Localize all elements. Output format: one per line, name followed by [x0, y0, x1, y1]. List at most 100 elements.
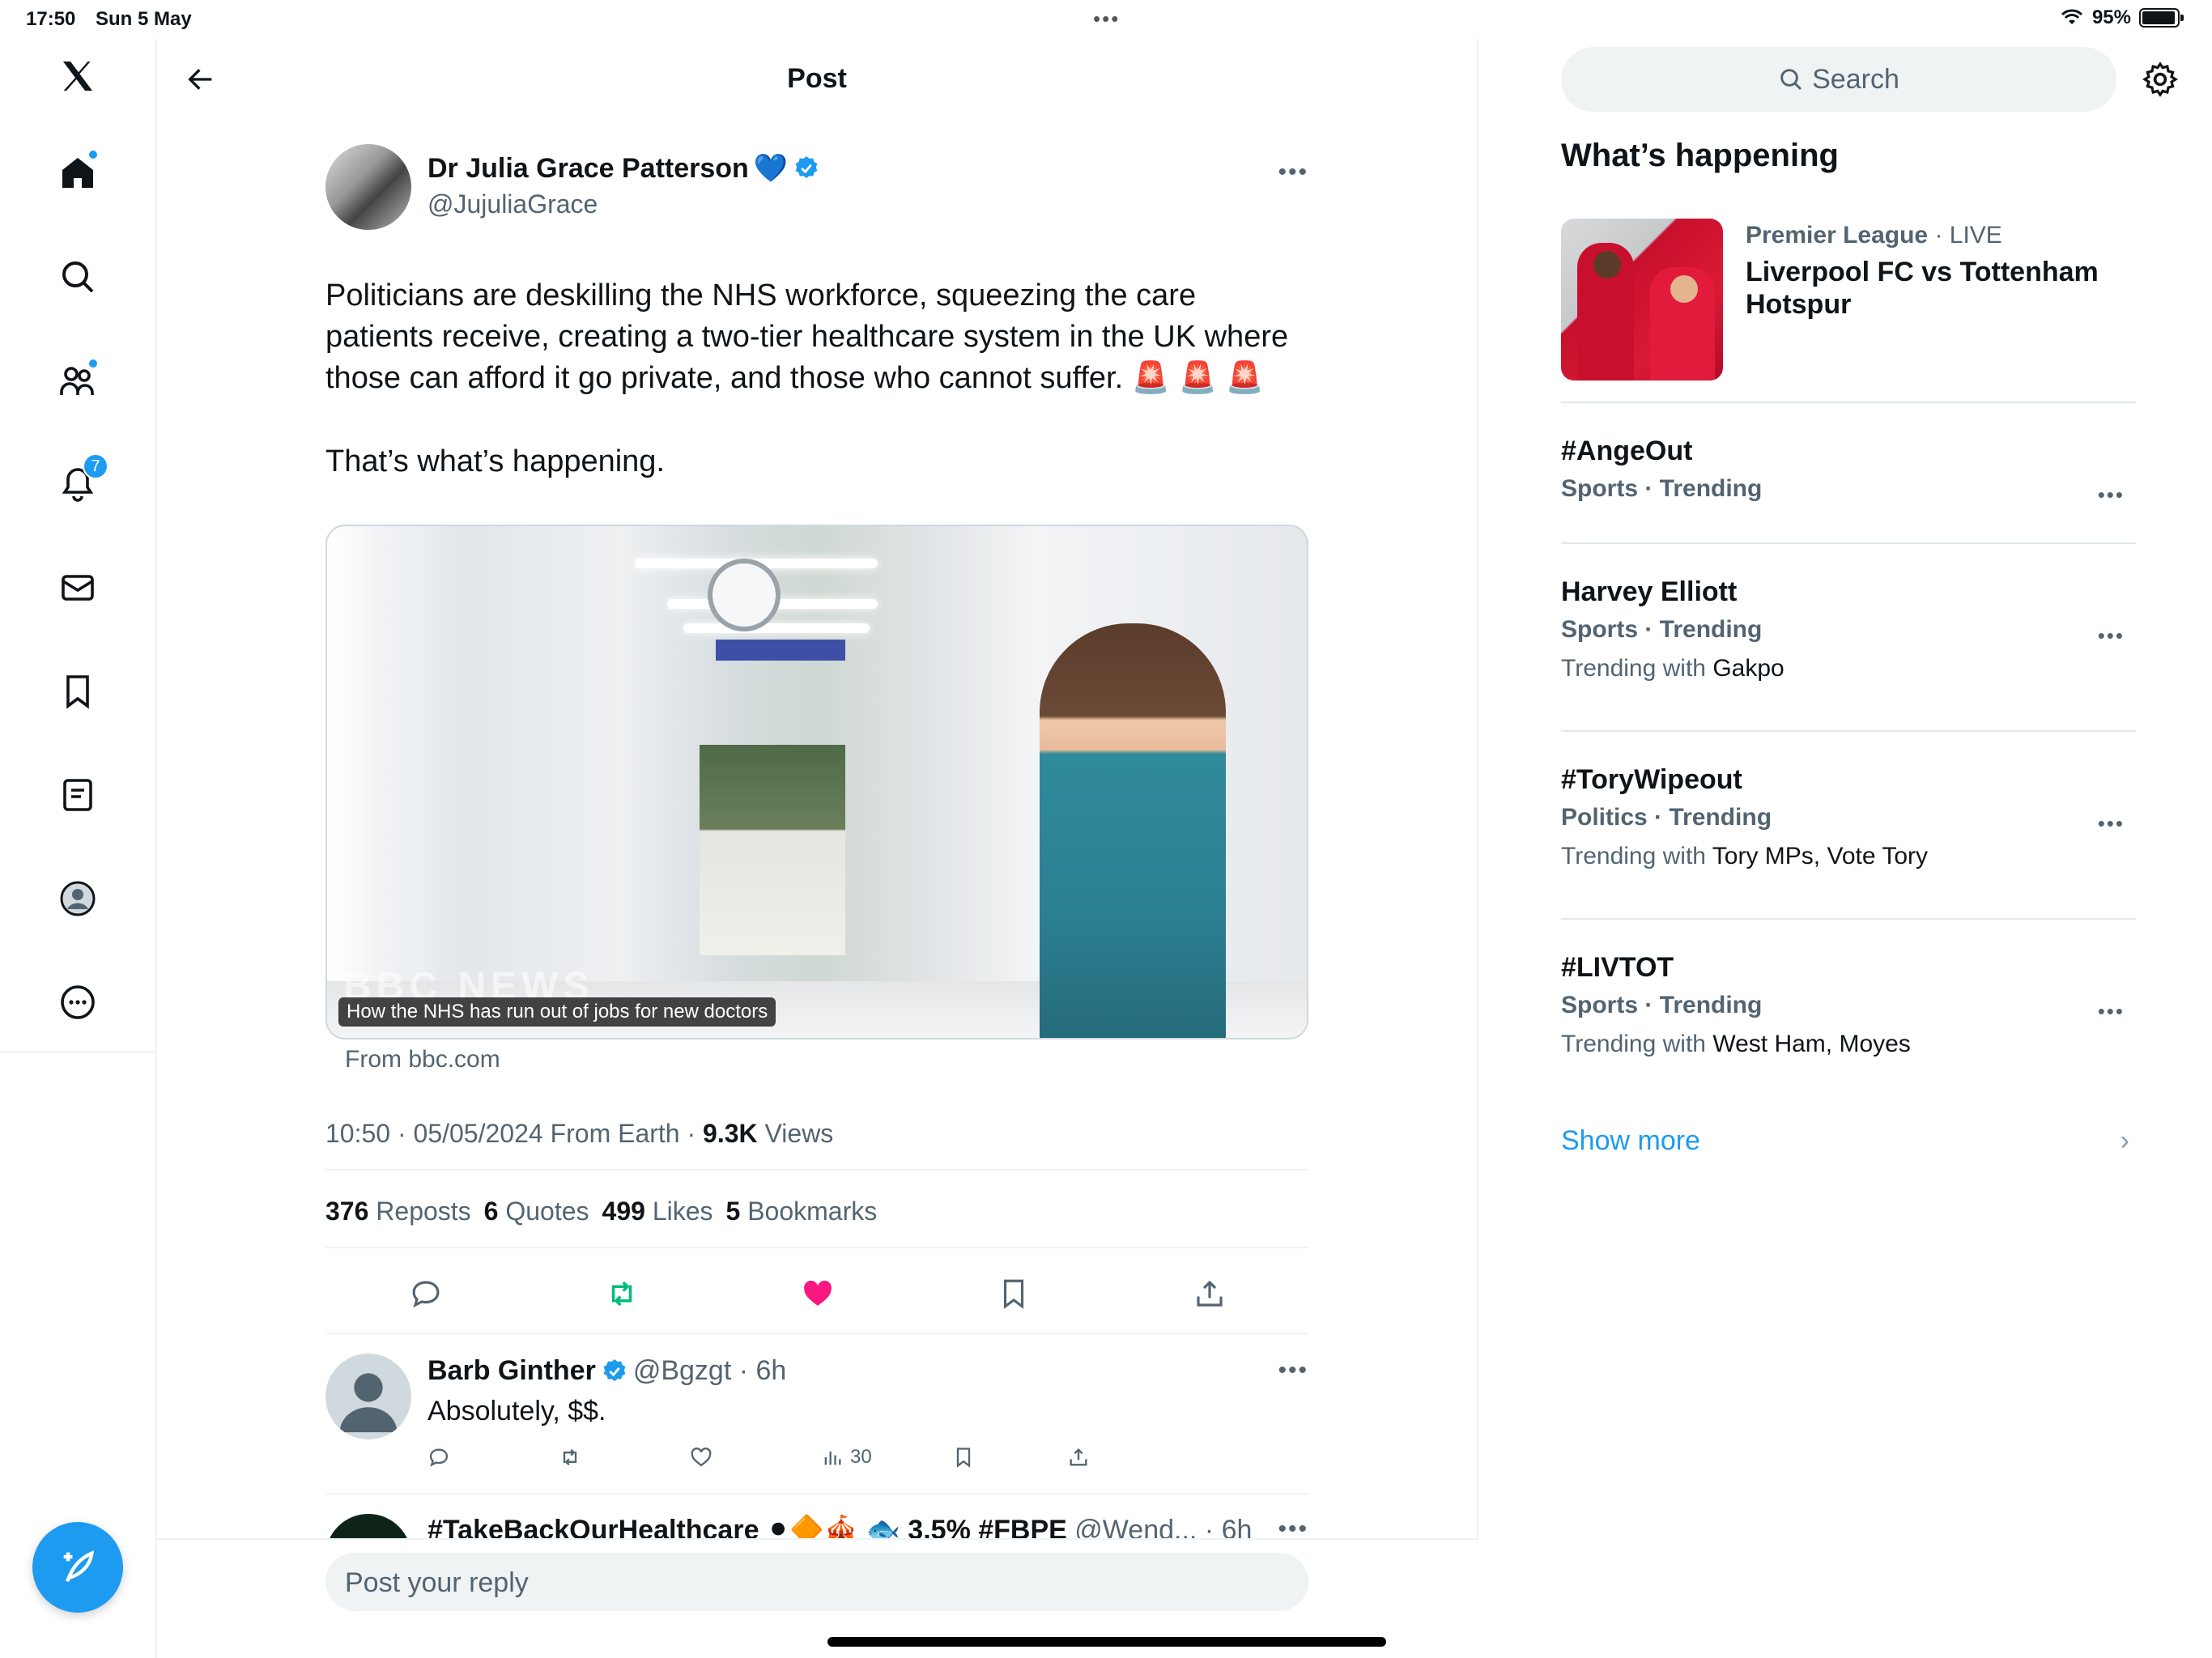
quotes-stat[interactable]: 6 Quotes	[484, 1197, 589, 1226]
divider	[325, 1247, 1308, 1248]
corridor-sign	[716, 640, 845, 661]
live-event-meta: Premier League · LIVE	[1746, 222, 2002, 249]
trend-more-icon[interactable]: •••	[2098, 999, 2125, 1024]
card-caption: How the NHS has run out of jobs for new …	[338, 997, 776, 1027]
search-input[interactable]: Search	[1561, 47, 2116, 112]
like-heart-icon[interactable]	[795, 1271, 840, 1316]
status-time: 17:50	[26, 8, 76, 30]
views-count: 9.3K	[703, 1119, 758, 1148]
post-text: Politicians are deskilling the NHS workf…	[325, 275, 1308, 525]
multitasking-dots[interactable]: •••	[1093, 6, 1120, 32]
show-more-label: Show more	[1561, 1125, 1700, 1156]
post-more-icon[interactable]: •••	[1278, 159, 1308, 186]
author-avatar[interactable]	[325, 144, 411, 230]
verified-badge-icon	[795, 156, 818, 179]
author-name-row[interactable]: Dr Julia Grace Patterson 💙	[428, 152, 820, 185]
battery-icon	[2139, 8, 2184, 28]
reply-like-icon[interactable]	[690, 1441, 713, 1473]
trend-name: #ToryWipeout	[1561, 764, 1742, 795]
home-indicator[interactable]	[827, 1637, 1386, 1647]
show-more-link[interactable]: Show more ›	[1561, 1125, 2136, 1157]
likes-stat[interactable]: 499 Likes	[602, 1197, 713, 1226]
home-icon[interactable]	[49, 144, 107, 202]
reply-share-icon[interactable]	[1067, 1441, 1090, 1473]
battery-percent: 95%	[2091, 6, 2131, 28]
home-unread-dot	[87, 149, 99, 160]
reply-input[interactable]: Post your reply	[325, 1553, 1308, 1611]
search-placeholder: Search	[1812, 63, 1899, 95]
communities-icon[interactable]	[49, 351, 107, 410]
wifi-icon	[2061, 9, 2083, 24]
trend-category: Politics · Trending	[1561, 804, 1772, 831]
trend-with: Trending with Tory MPs, Vote Tory	[1561, 843, 1928, 869]
trend-item[interactable]: #AngeOut Sports · Trending •••	[1561, 436, 2136, 507]
bookmarks-stat[interactable]: 5 Bookmarks	[726, 1197, 878, 1226]
divider	[325, 1169, 1308, 1171]
profile-avatar-icon[interactable]	[49, 869, 107, 928]
reply-more-icon[interactable]: •••	[1278, 1357, 1308, 1384]
reply-handle-time: @Bgzgt · 6h	[632, 1355, 787, 1386]
reply-icon[interactable]	[403, 1271, 449, 1316]
sidebar-divider	[1561, 918, 2136, 920]
trend-category: Sports · Trending	[1561, 992, 1763, 1018]
reply-views[interactable]: 30	[821, 1441, 872, 1473]
reply-author[interactable]: Barb Ginther @Bgzgt · 6h	[428, 1355, 786, 1387]
bookmark-icon[interactable]	[991, 1271, 1036, 1316]
author-name: Dr Julia Grace Patterson	[428, 152, 749, 184]
reply-text: Absolutely, $$.	[428, 1396, 606, 1426]
trend-name: #LIVTOT	[1561, 952, 1674, 983]
right-sidebar: Search What’s happening Premier League ·…	[1478, 39, 2212, 1658]
reply-reply-icon[interactable]	[428, 1441, 450, 1473]
player-head	[1670, 275, 1698, 303]
communities-unread-dot	[87, 358, 99, 369]
post-paragraph-2: That’s what’s happening.	[325, 444, 666, 478]
whats-happening-title: What’s happening	[1561, 138, 1839, 173]
reposts-stat[interactable]: 376 Reposts	[325, 1197, 471, 1226]
lists-icon[interactable]	[49, 766, 107, 824]
link-card-image[interactable]: BBC NEWS How the NHS has run out of jobs…	[325, 525, 1308, 1039]
nav-separator	[0, 1051, 155, 1052]
trend-name: #AngeOut	[1561, 436, 1693, 466]
status-bar: 17:50 Sun 5 May ••• 95%	[0, 0, 2212, 39]
player-head	[1593, 251, 1621, 278]
explore-search-icon[interactable]	[49, 248, 107, 306]
card-source[interactable]: From bbc.com	[345, 1046, 500, 1073]
reply-item[interactable]: Barb Ginther @Bgzgt · 6h ••• Absolutely,…	[325, 1337, 1308, 1496]
live-status: · LIVE	[1928, 222, 2002, 249]
verified-badge-icon	[603, 1358, 626, 1381]
settings-gear-icon[interactable]	[2141, 60, 2180, 99]
left-nav: 7	[0, 39, 157, 1658]
trend-item[interactable]: Harvey Elliott Sports · Trending Trendin…	[1561, 576, 2136, 682]
bookmarks-icon[interactable]	[49, 662, 107, 721]
post-meta: 10:50 · 05/05/2024 From Earth · 9.3K Vie…	[325, 1119, 833, 1149]
sidebar-divider	[1561, 402, 2136, 403]
compose-post-button[interactable]	[32, 1522, 123, 1613]
trend-category: Sports · Trending	[1561, 475, 1763, 502]
trend-item[interactable]: #LIVTOT Sports · Trending Trending with …	[1561, 952, 2136, 1058]
reply-repost-icon[interactable]	[559, 1441, 581, 1473]
trend-with: Trending with Gakpo	[1561, 655, 1784, 682]
messages-envelope-icon[interactable]	[49, 559, 107, 617]
live-event-thumbnail[interactable]	[1561, 219, 1723, 380]
share-icon[interactable]	[1187, 1271, 1232, 1316]
trend-more-icon[interactable]: •••	[2098, 811, 2125, 836]
status-right: 95%	[2060, 6, 2184, 29]
repost-icon[interactable]	[599, 1271, 644, 1316]
author-handle[interactable]: @JujuliaGrace	[428, 189, 598, 219]
trend-more-icon[interactable]: •••	[2098, 483, 2125, 508]
reply-bookmark-icon[interactable]	[952, 1441, 975, 1473]
notifications-bell-icon[interactable]: 7	[49, 453, 108, 513]
more-options-icon[interactable]	[49, 973, 107, 1031]
sidebar-divider	[1561, 542, 2136, 544]
trend-item[interactable]: #ToryWipeout Politics · Trending Trendin…	[1561, 764, 2136, 870]
post-actions	[325, 1255, 1308, 1333]
reply-avatar[interactable]	[325, 1354, 411, 1439]
live-event-title[interactable]: Liverpool FC vs Tottenham Hotspur	[1746, 256, 2150, 321]
sidebar-divider	[1561, 730, 2136, 732]
search-icon	[1780, 69, 1802, 91]
ceiling-light	[683, 623, 870, 633]
divider	[325, 1333, 1308, 1334]
trend-with: Trending with West Ham, Moyes	[1561, 1031, 1911, 1057]
trend-more-icon[interactable]: •••	[2098, 623, 2125, 648]
x-logo-icon[interactable]	[49, 47, 107, 105]
